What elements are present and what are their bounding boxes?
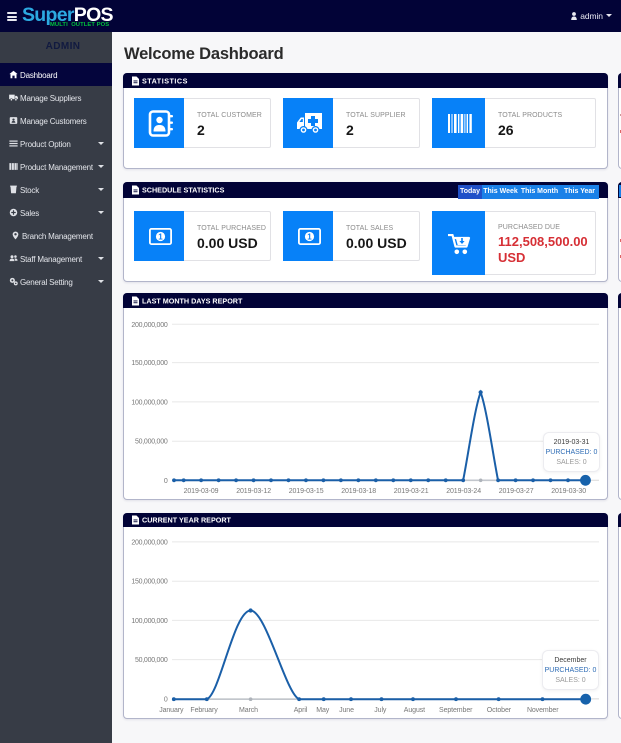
- svg-text:1: 1: [158, 232, 163, 241]
- svg-text:1: 1: [307, 232, 312, 241]
- svg-text:0: 0: [164, 696, 168, 703]
- svg-text:August: August: [404, 707, 425, 714]
- svg-text:200,000,000: 200,000,000: [131, 539, 168, 546]
- svg-text:2019-03-30: 2019-03-30: [551, 488, 586, 495]
- svg-text:2019-03-24: 2019-03-24: [446, 488, 481, 495]
- svg-text:September: September: [439, 707, 473, 714]
- svg-text:March: March: [239, 707, 258, 714]
- svg-text:May: May: [316, 707, 330, 714]
- svg-text:January: January: [159, 707, 184, 714]
- svg-text:2019-03-21: 2019-03-21: [394, 488, 429, 495]
- svg-text:2019-03-09: 2019-03-09: [184, 488, 219, 495]
- svg-text:100,000,000: 100,000,000: [131, 618, 168, 625]
- svg-text:100,000,000: 100,000,000: [131, 399, 168, 406]
- svg-text:November: November: [527, 707, 559, 714]
- svg-text:July: July: [374, 707, 387, 714]
- svg-text:February: February: [190, 707, 218, 714]
- svg-text:2019-03-12: 2019-03-12: [236, 488, 271, 495]
- svg-text:2019-03-15: 2019-03-15: [289, 488, 324, 495]
- svg-text:50,000,000: 50,000,000: [135, 439, 168, 446]
- svg-text:April: April: [294, 707, 308, 714]
- svg-text:October: October: [487, 707, 512, 714]
- svg-text:150,000,000: 150,000,000: [131, 579, 168, 586]
- svg-text:2019-03-18: 2019-03-18: [341, 488, 376, 495]
- svg-text:2019-03-27: 2019-03-27: [499, 488, 534, 495]
- svg-text:June: June: [339, 707, 354, 714]
- svg-text:200,000,000: 200,000,000: [131, 322, 168, 329]
- svg-text:150,000,000: 150,000,000: [131, 360, 168, 367]
- svg-text:0: 0: [164, 478, 168, 485]
- svg-text:50,000,000: 50,000,000: [135, 657, 168, 664]
